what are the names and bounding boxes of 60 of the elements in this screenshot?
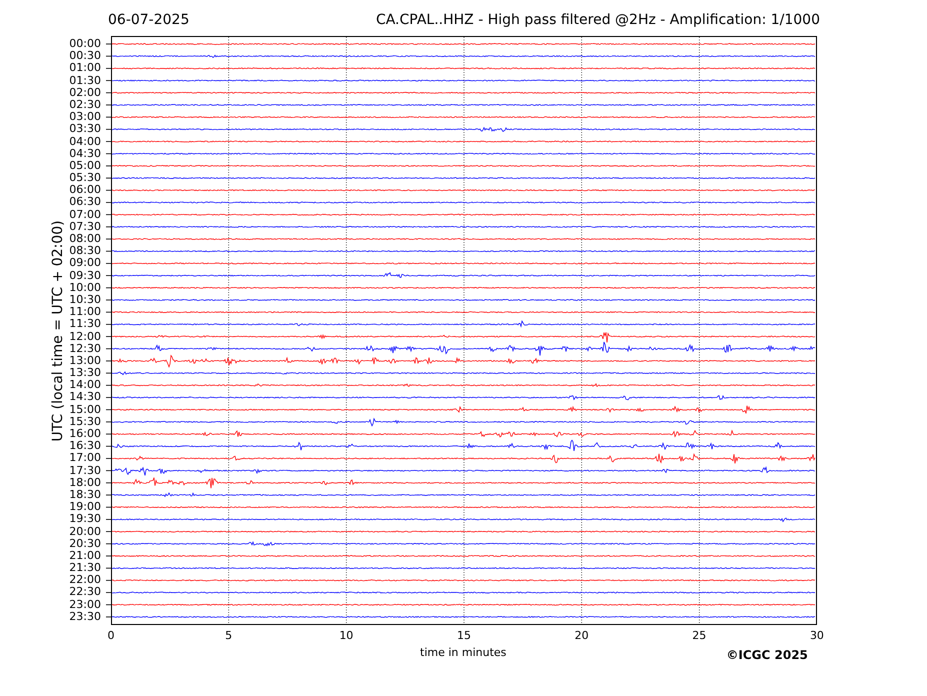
- tick-label: 18:00: [69, 476, 101, 489]
- tick-label: 11:30: [69, 318, 101, 330]
- tick-label: 14:00: [69, 379, 101, 392]
- tick-label: 05:00: [69, 160, 101, 172]
- tick-label: 00:00: [69, 38, 101, 50]
- tick-label: 05:30: [69, 172, 101, 184]
- tick-label: 23:30: [69, 610, 101, 623]
- tick-label: 21:00: [69, 550, 101, 562]
- tick-label: 25: [691, 629, 708, 642]
- tick-label: 07:00: [69, 208, 101, 221]
- tick-label: 14:30: [69, 391, 101, 404]
- tick-label: 10: [338, 629, 354, 642]
- tick-label: 20:30: [69, 538, 101, 550]
- tick-label: 04:00: [69, 136, 101, 148]
- tick-label: 06:00: [69, 184, 101, 196]
- tick-label: 12:00: [69, 330, 101, 343]
- tick-label: 30: [808, 629, 825, 642]
- axis-label: UTC (local time = UTC + 02:00): [50, 220, 66, 442]
- tick-label: 08:30: [69, 245, 101, 258]
- tick-label: 09:00: [69, 257, 101, 270]
- tick-label: 15:00: [69, 404, 101, 416]
- tick-label: 22:30: [69, 586, 101, 599]
- tick-label: 5: [224, 629, 234, 642]
- tick-label: 20:00: [69, 526, 101, 538]
- axis-label: time in minutes: [420, 646, 506, 659]
- tick-label: 11:00: [69, 306, 101, 318]
- copyright-text: ©ICGC 2025: [726, 648, 808, 662]
- tick-label: 23:00: [69, 598, 101, 611]
- tick-label: 16:30: [69, 440, 101, 452]
- tick-label: 19:00: [69, 501, 101, 514]
- tick-label: 02:30: [69, 98, 101, 112]
- tick-label: 02:00: [69, 86, 101, 99]
- chart-title: CA.CPAL..HHZ - High pass filtered @2Hz - Amplification: 1/1000: [376, 12, 820, 28]
- tick-label: 19:30: [69, 513, 101, 526]
- tick-label: 18:30: [69, 488, 101, 502]
- tick-label: 09:30: [69, 270, 101, 282]
- tick-label: 12:30: [69, 342, 101, 355]
- tick-label: 06:30: [69, 196, 101, 209]
- tick-label: 20: [574, 629, 590, 642]
- tick-label: 10:30: [69, 294, 101, 306]
- tick-label: 17:30: [69, 464, 101, 477]
- tick-label: 10:00: [69, 282, 101, 294]
- tick-label: 01:30: [69, 74, 101, 87]
- tick-label: 0: [106, 629, 116, 642]
- tick-label: 01:00: [69, 62, 101, 75]
- tick-label: 13:30: [69, 367, 101, 380]
- tick-label: 00:30: [69, 50, 101, 62]
- tick-label: 03:00: [69, 111, 101, 124]
- tick-label: 21:30: [69, 562, 101, 574]
- tick-label: 17:00: [69, 452, 101, 465]
- tick-label: 15:30: [69, 416, 101, 428]
- tick-label: 08:00: [69, 233, 101, 246]
- tick-label: 07:30: [69, 220, 101, 233]
- tick-label: 15: [456, 629, 472, 642]
- tick-label: 16:00: [69, 428, 101, 440]
- tick-label: 04:30: [69, 148, 101, 160]
- tick-label: 13:00: [69, 354, 101, 368]
- tick-label: 22:00: [69, 574, 101, 586]
- chart-date: 06-07-2025: [108, 12, 190, 28]
- tick-label: 03:30: [69, 123, 101, 136]
